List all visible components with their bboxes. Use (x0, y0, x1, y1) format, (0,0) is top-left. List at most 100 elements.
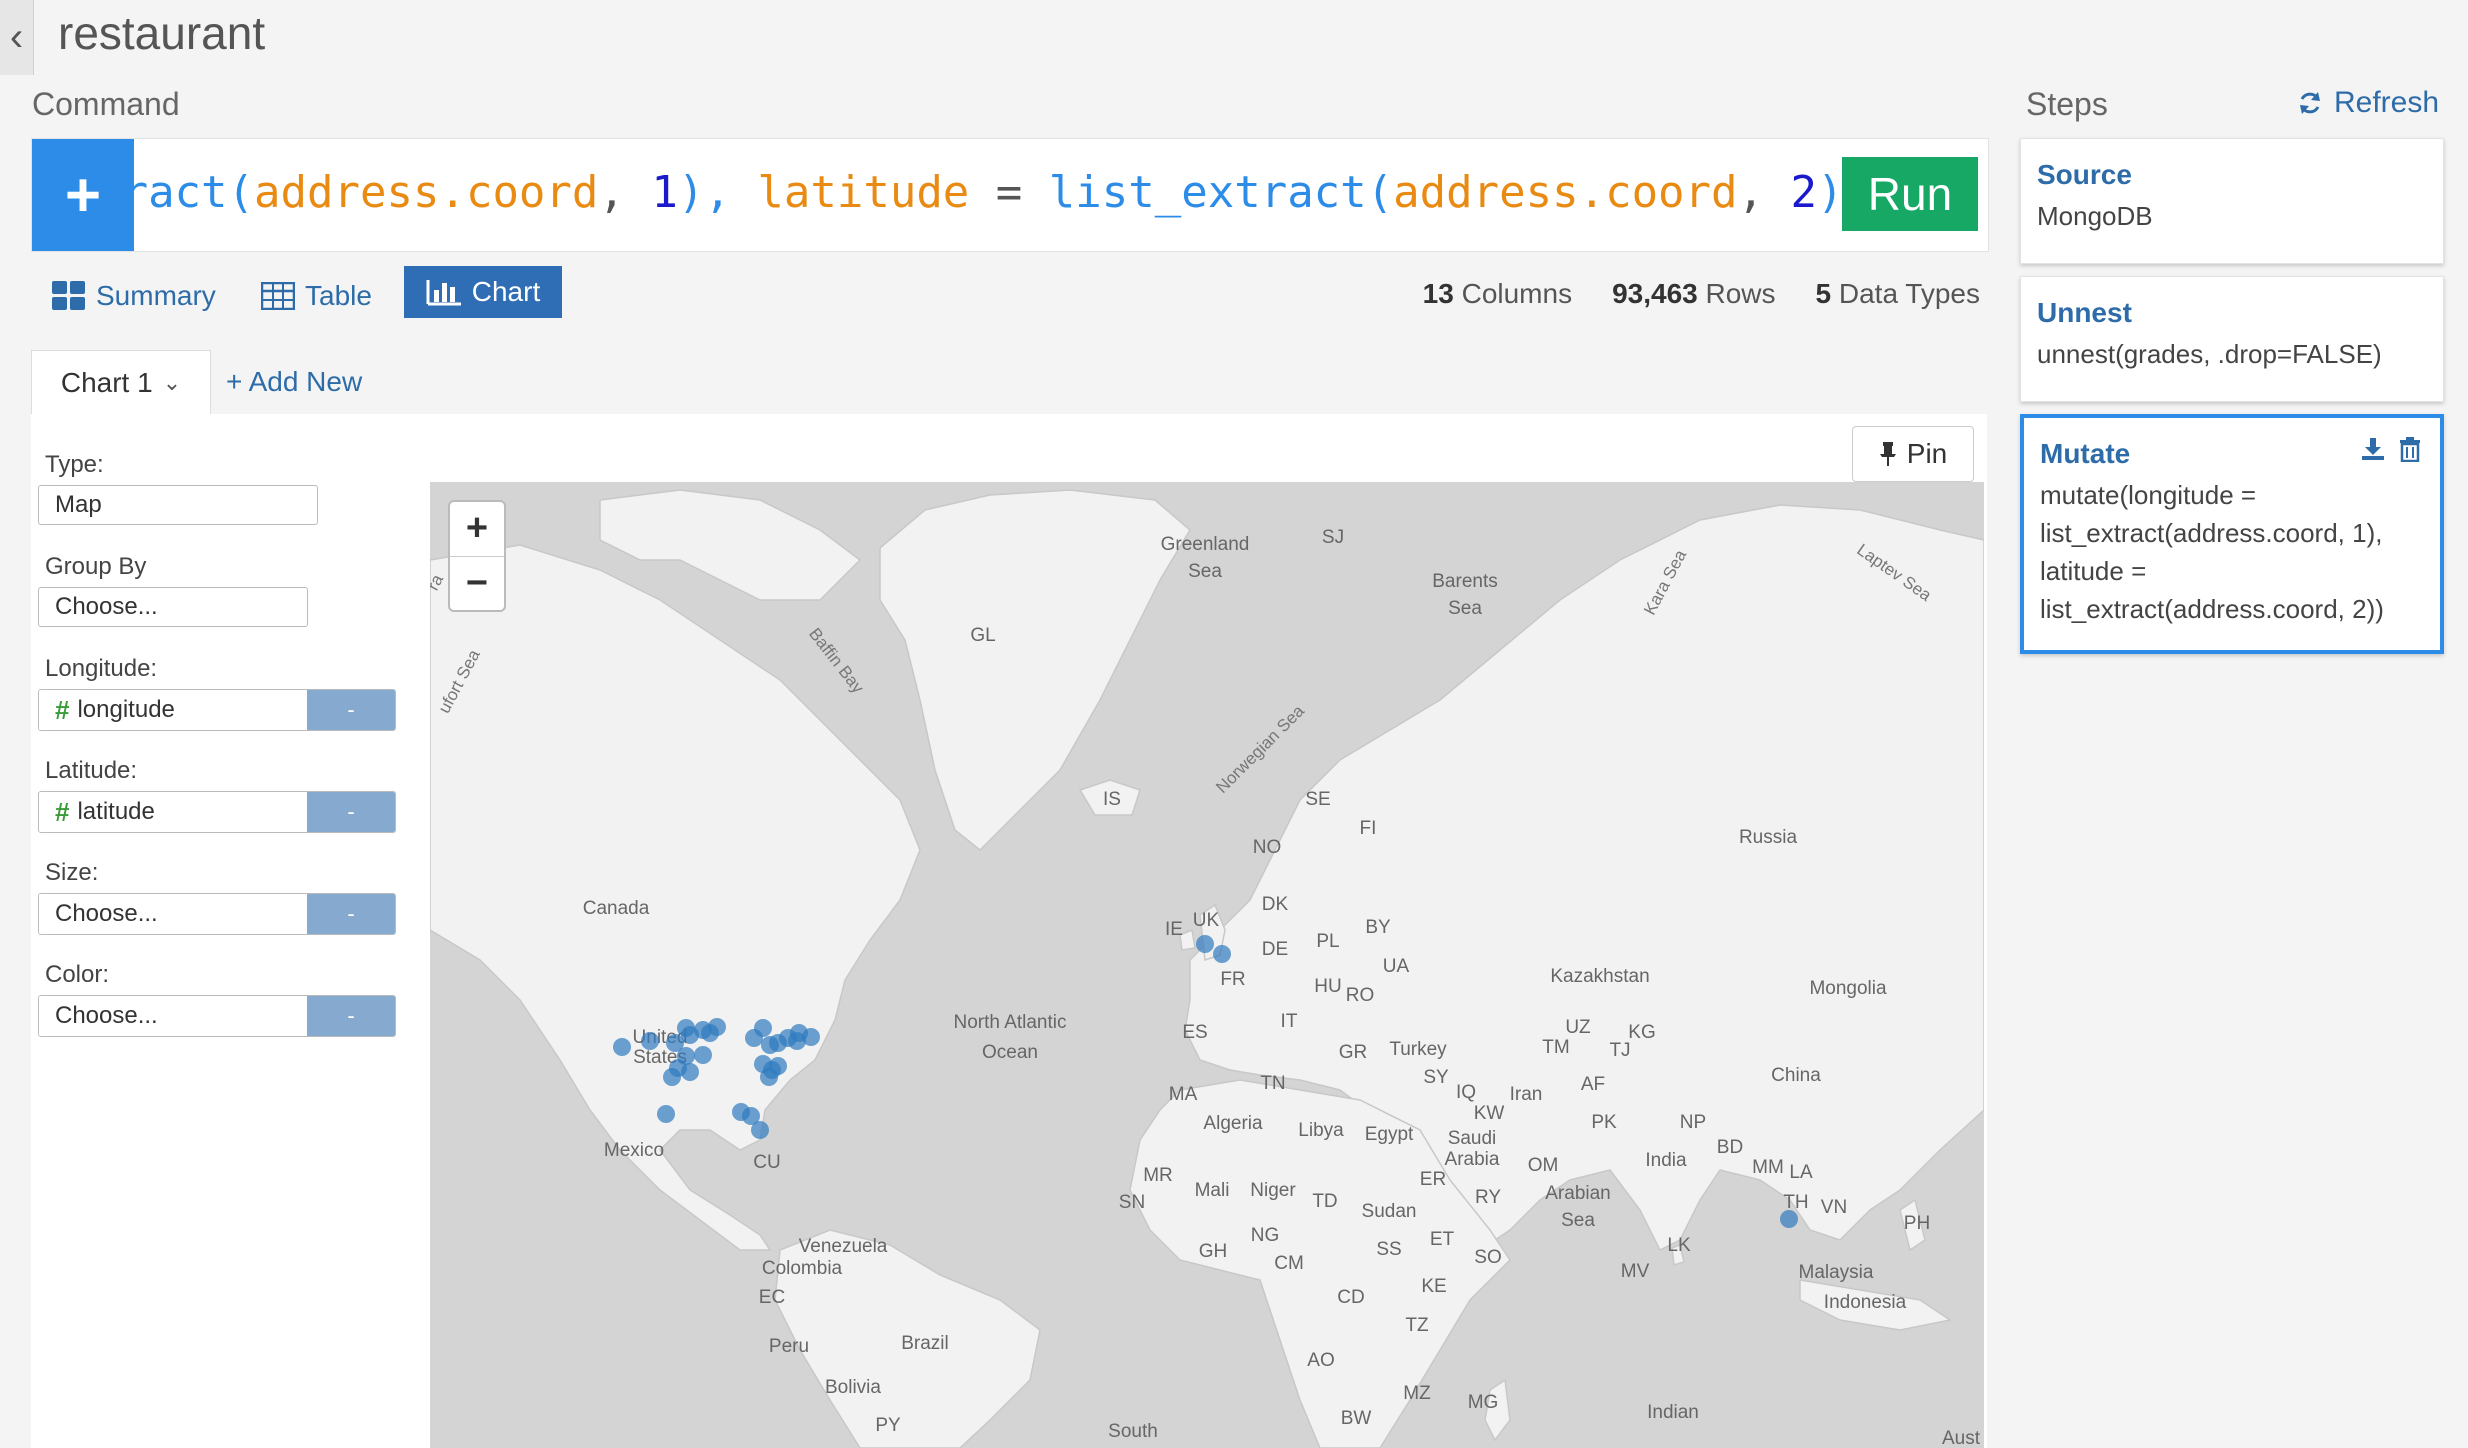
map-label: TZ (1405, 1315, 1429, 1336)
map-label: BW (1341, 1408, 1372, 1429)
map-point[interactable] (751, 1121, 769, 1139)
map-label: MG (1468, 1392, 1499, 1413)
latitude-select[interactable]: # latitude (39, 792, 307, 832)
tab-table[interactable]: Table (261, 270, 372, 322)
command-code: list_extract(address.coord, 1), latitude… (134, 167, 1870, 218)
size-remove-button[interactable]: - (307, 894, 395, 934)
longitude-field: # longitude - (38, 689, 396, 731)
map-point[interactable] (694, 1046, 712, 1064)
color-select[interactable]: Choose... (39, 996, 307, 1036)
color-remove-button[interactable]: - (307, 996, 395, 1036)
map-label: SY (1423, 1067, 1449, 1088)
map-label: UK (1193, 910, 1220, 931)
step-body: unnest(grades, .drop=FALSE) (2037, 339, 2382, 369)
map-label: ER (1420, 1169, 1446, 1190)
back-button[interactable]: ‹ (0, 0, 34, 75)
code-token: 1 (651, 167, 678, 218)
map-label: SO (1474, 1247, 1501, 1268)
map-label: DE (1262, 939, 1288, 960)
types-stat: 5 Data Types (1815, 278, 1980, 309)
step-body-line: list_extract(address.coord, 1), (2040, 518, 2383, 548)
map-label: Sea (1188, 561, 1222, 582)
map-point[interactable] (708, 1018, 726, 1036)
download-icon[interactable] (2360, 436, 2386, 462)
map-point[interactable] (663, 1068, 681, 1086)
code-token: 2 (1790, 167, 1818, 218)
map-view[interactable]: Greenland Sea SJ Barents Sea GL IS SE FI NO Russia… (430, 482, 1984, 1448)
refresh-label: Refresh (2334, 86, 2440, 119)
map-point[interactable] (657, 1105, 675, 1123)
zoom-in-button[interactable]: + (450, 502, 504, 557)
map-label: Indonesia (1824, 1292, 1907, 1313)
add-new-chart-link[interactable]: + Add New (226, 366, 362, 398)
map-label: Sea (1561, 1210, 1595, 1231)
map-label: GR (1339, 1042, 1368, 1063)
chevron-down-icon: ⌄ (162, 370, 182, 395)
map-label: AO (1307, 1350, 1334, 1371)
pin-icon (1879, 442, 1896, 466)
map-label: India (1645, 1150, 1687, 1171)
refresh-button[interactable]: Refresh (2296, 86, 2439, 120)
map-label: Mongolia (1809, 978, 1887, 999)
map-label: TD (1312, 1191, 1337, 1212)
code-token: ), (677, 167, 758, 218)
map-point[interactable] (754, 1019, 772, 1037)
world-map[interactable]: Greenland Sea SJ Barents Sea GL IS SE FI NO Russia… (430, 482, 1984, 1448)
map-label: South (1108, 1421, 1158, 1442)
map-label: Bolivia (825, 1377, 881, 1398)
trash-icon[interactable] (2398, 436, 2422, 462)
map-label: Arabian (1545, 1183, 1611, 1204)
size-select[interactable]: Choose... (39, 894, 307, 934)
chart-tab-label: Chart 1 (60, 367, 153, 398)
map-label: EC (759, 1287, 785, 1308)
map-label: BY (1365, 917, 1391, 938)
map-label: MM (1752, 1157, 1784, 1178)
map-label: KW (1474, 1103, 1505, 1124)
map-label: North Atlantic (954, 1012, 1067, 1033)
map-label: AF (1581, 1074, 1605, 1095)
map-label: Colombia (762, 1258, 843, 1279)
map-label: Venezuela (799, 1236, 888, 1257)
map-label: PY (875, 1415, 901, 1436)
type-select[interactable]: Map (38, 485, 318, 525)
map-point[interactable] (760, 1068, 778, 1086)
map-point[interactable] (681, 1063, 699, 1081)
map-label: GL (970, 625, 995, 646)
code-token: , (598, 167, 652, 218)
zoom-control: + − (448, 500, 506, 612)
step-source[interactable]: Source MongoDB (2020, 138, 2444, 264)
code-token: list_extract( (134, 167, 255, 218)
map-point[interactable] (1780, 1210, 1798, 1228)
chart-tab-selector[interactable]: Chart 1 ⌄ (31, 350, 211, 415)
map-label: Libya (1298, 1120, 1344, 1141)
map-label: RO (1346, 985, 1375, 1006)
group-by-select[interactable]: Choose... (38, 587, 308, 627)
tab-chart-label: Chart (471, 276, 541, 307)
numeric-column-icon: # (55, 694, 70, 725)
map-label: KG (1628, 1022, 1655, 1043)
longitude-remove-button[interactable]: - (307, 690, 395, 730)
longitude-select[interactable]: # longitude (39, 690, 307, 730)
map-label: Iran (1510, 1084, 1543, 1105)
map-point[interactable] (802, 1028, 820, 1046)
add-step-button[interactable]: + (32, 139, 134, 251)
map-point[interactable] (1213, 945, 1231, 963)
latitude-remove-button[interactable]: - (307, 792, 395, 832)
map-point[interactable] (613, 1038, 631, 1056)
tab-chart[interactable]: Chart (404, 266, 562, 318)
step-mutate[interactable]: Mutate mutate(longitude = list_extract(a… (2020, 414, 2444, 654)
map-point[interactable] (641, 1032, 659, 1050)
map-point[interactable] (1196, 935, 1214, 953)
step-unnest[interactable]: Unnest unnest(grades, .drop=FALSE) (2020, 276, 2444, 402)
pin-button[interactable]: Pin (1852, 426, 1974, 482)
step-body-line: latitude = (2040, 556, 2147, 586)
map-label: MZ (1403, 1383, 1431, 1404)
map-label: Kazakhstan (1550, 966, 1649, 987)
plus-icon: + (64, 160, 102, 230)
run-button[interactable]: Run (1842, 157, 1978, 231)
command-input[interactable]: list_extract(address.coord, 1), latitude… (134, 139, 1874, 251)
page-title: restaurant (58, 7, 266, 59)
chevron-left-icon: ‹ (9, 15, 24, 59)
tab-summary[interactable]: Summary (52, 270, 216, 322)
zoom-out-button[interactable]: − (450, 557, 504, 611)
